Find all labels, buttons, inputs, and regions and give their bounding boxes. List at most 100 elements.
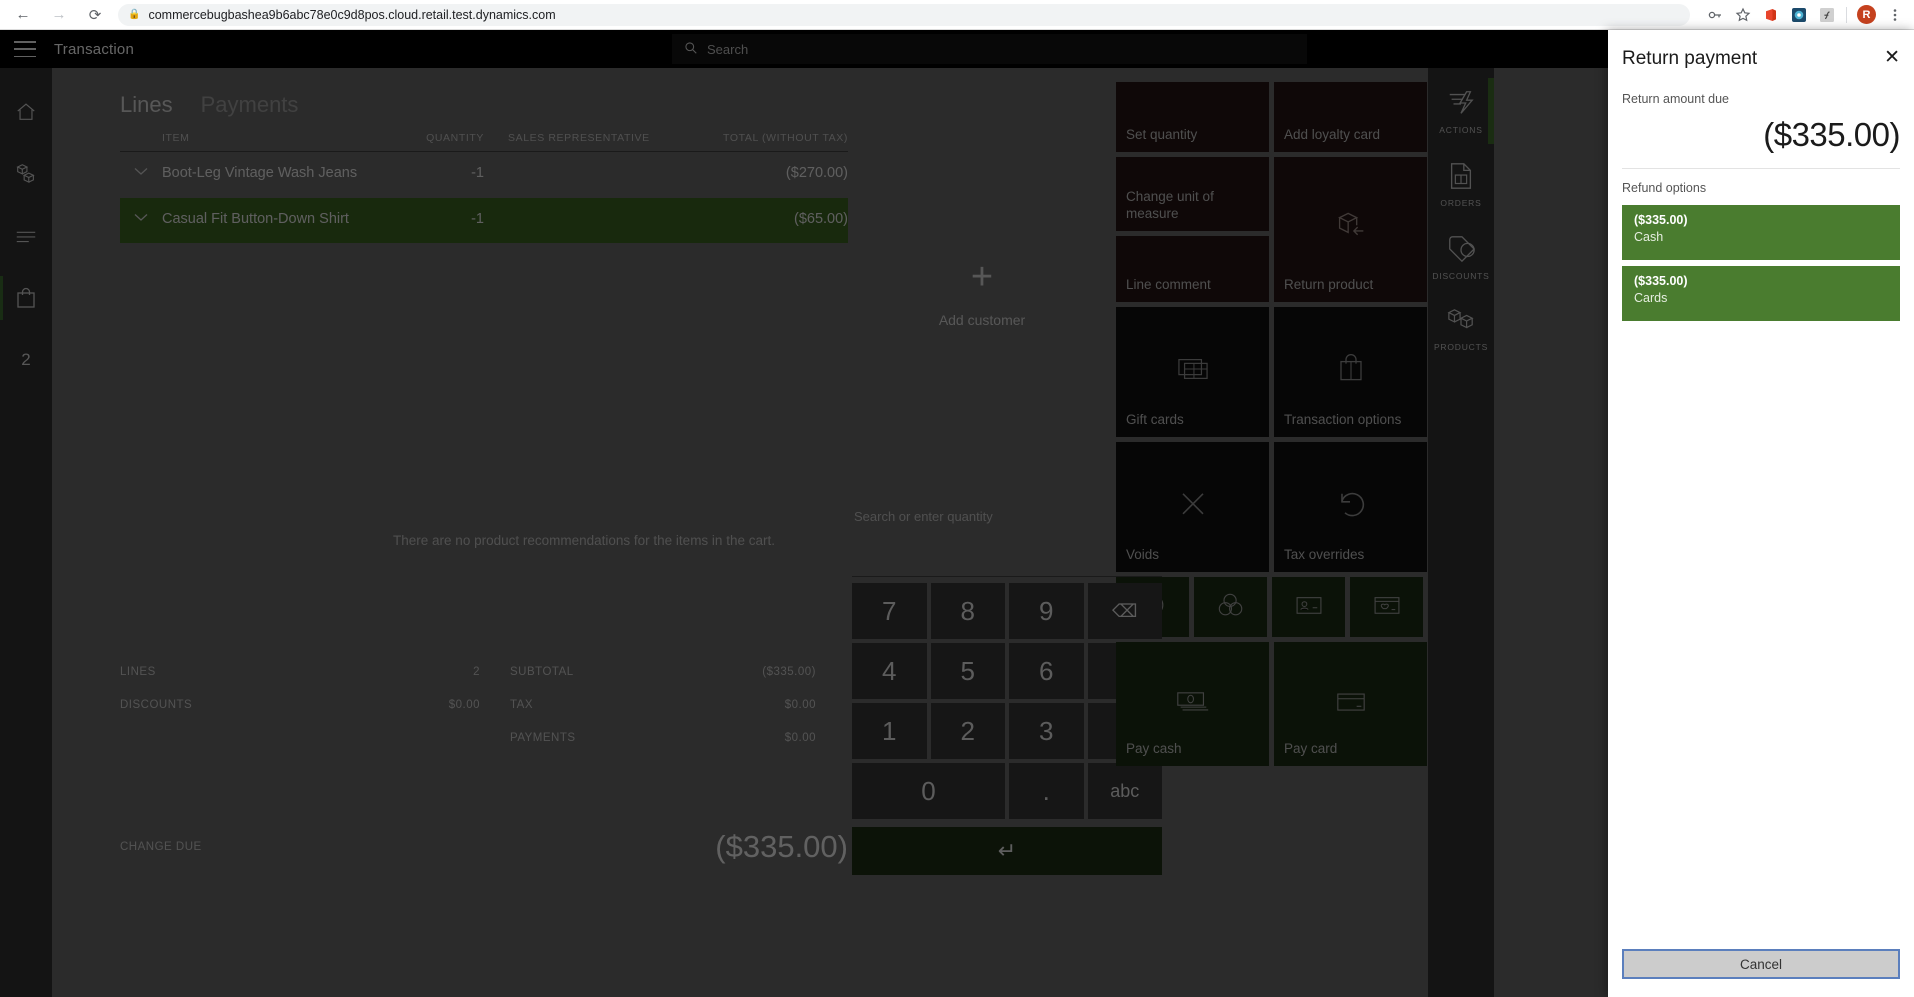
tile-set-quantity[interactable]: Set quantity	[1116, 82, 1269, 152]
tab-payments[interactable]: Payments	[201, 92, 299, 118]
totals-row-3: PAYMENTS $0.00	[120, 732, 848, 744]
key-0[interactable]: 0	[852, 763, 1005, 819]
more-vertical-icon[interactable]	[1886, 6, 1904, 24]
backspace-icon[interactable]: ⌫	[1087, 583, 1162, 639]
office-extension-icon[interactable]	[1762, 6, 1780, 24]
tile-transaction-options[interactable]: Transaction options	[1274, 307, 1427, 437]
key-3[interactable]: 3	[1009, 703, 1084, 759]
active-indicator	[1488, 78, 1494, 144]
tile-row: Change unit of measure Line comment Retu…	[1116, 157, 1428, 302]
chevron-down-icon[interactable]	[120, 210, 162, 222]
sidebar-item-products[interactable]	[0, 156, 52, 192]
tile-currency[interactable]	[1194, 577, 1267, 637]
payments-value: $0.00	[784, 732, 816, 744]
hamburger-menu-icon[interactable]	[14, 41, 36, 57]
key-5[interactable]: 5	[930, 643, 1005, 699]
tile-label: Tax overrides	[1284, 547, 1365, 563]
sidebar-item-products[interactable]: PRODUCTS	[1428, 307, 1494, 352]
tile-pay-cash[interactable]: Pay cash	[1116, 642, 1269, 766]
totals-summary: LINES 2 SUBTOTAL ($335.00) DISCOUNTS $0.…	[120, 666, 848, 765]
tile-change-unit-of-measure[interactable]: Change unit of measure	[1116, 157, 1269, 231]
tax-value: $0.00	[784, 699, 816, 711]
rail-label: DISCOUNTS	[1432, 271, 1490, 281]
payments-label: PAYMENTS	[510, 732, 576, 744]
table-row[interactable]: Casual Fit Button-Down Shirt -1 ($65.00)	[120, 197, 848, 244]
change-due-value: ($335.00)	[715, 829, 848, 864]
key-abc[interactable]: abc	[1087, 763, 1162, 819]
key-2[interactable]: 2	[930, 703, 1005, 759]
key-4[interactable]: 4	[852, 643, 927, 699]
key-1[interactable]: 1	[852, 703, 927, 759]
tile-add-loyalty-card[interactable]: Add loyalty card	[1274, 82, 1427, 152]
tile-label: Pay cash	[1126, 741, 1182, 757]
tile-row: Gift cards Transaction options	[1116, 307, 1428, 437]
plus-icon: +	[970, 256, 994, 298]
tile-line-comment[interactable]: Line comment	[1116, 236, 1269, 302]
add-customer-button[interactable]: + Add customer	[852, 258, 1112, 328]
close-icon[interactable]: ✕	[1884, 48, 1900, 67]
key-icon[interactable]	[1706, 6, 1724, 24]
sidebar-item-cart[interactable]	[0, 276, 52, 320]
key-7[interactable]: 7	[852, 583, 927, 639]
cancel-button[interactable]: Cancel	[1622, 949, 1900, 979]
script-extension-icon[interactable]	[1818, 6, 1836, 24]
divider	[852, 576, 1162, 577]
row-total: ($270.00)	[785, 165, 848, 181]
tile-gift-cards[interactable]: Gift cards	[1116, 307, 1269, 437]
sidebar-item-lines[interactable]	[0, 218, 52, 254]
subtotal-value: ($335.00)	[762, 666, 816, 678]
column-total: TOTAL (WITHOUT TAX)	[723, 132, 848, 144]
reload-icon[interactable]: ⟳	[82, 2, 108, 28]
tile-return-product[interactable]: Return product	[1274, 157, 1427, 302]
forward-arrow-icon[interactable]: →	[46, 2, 72, 28]
id-card-icon	[1294, 594, 1324, 621]
totals-row-1: LINES 2 SUBTOTAL ($335.00)	[120, 666, 848, 678]
browser-actions: R	[1700, 5, 1904, 24]
defender-extension-icon[interactable]	[1790, 6, 1808, 24]
return-payment-panel: Return payment ✕ Return amount due ($335…	[1608, 30, 1914, 997]
rail-label: ORDERS	[1440, 198, 1482, 208]
back-arrow-icon[interactable]: ←	[10, 2, 36, 28]
row-item-name: Casual Fit Button-Down Shirt	[162, 210, 349, 227]
chevron-down-icon[interactable]	[120, 164, 162, 176]
key-decimal[interactable]: .	[1009, 763, 1084, 819]
address-bar[interactable]: 🔒 commercebugbashea9b6abc78e0c9d8pos.clo…	[118, 3, 1690, 26]
subtotal-label: SUBTOTAL	[510, 666, 574, 678]
enter-key[interactable]: ↵	[852, 827, 1162, 875]
action-tiles-grid: Set quantity Add loyalty card Change uni…	[1116, 68, 1428, 997]
tile-label: Return product	[1284, 277, 1374, 293]
tax-label: TAX	[510, 699, 534, 711]
sidebar-item-actions[interactable]: ACTIONS	[1428, 88, 1494, 135]
refund-option-cards[interactable]: ($335.00) Cards	[1622, 266, 1900, 321]
avatar[interactable]: R	[1857, 5, 1876, 24]
table-row[interactable]: Boot-Leg Vintage Wash Jeans -1 ($270.00)	[120, 152, 848, 198]
search-input[interactable]: Search	[672, 34, 1308, 64]
tile-id-card[interactable]	[1272, 577, 1345, 637]
star-icon[interactable]	[1734, 6, 1752, 24]
sidebar-item-home[interactable]	[0, 94, 52, 130]
refund-option-amount: ($335.00)	[1634, 213, 1688, 227]
tile-row: Pay cash Pay card	[1116, 642, 1428, 766]
sidebar-item-orders[interactable]: ORDERS	[1428, 161, 1494, 208]
page-title: Transaction	[54, 40, 135, 58]
right-navigation-rail: ACTIONS ORDERS DISCOUNTS PRODUCTS	[1428, 68, 1494, 997]
sidebar-item-discounts[interactable]: DISCOUNTS	[1428, 234, 1494, 281]
tile-label: Set quantity	[1126, 127, 1198, 143]
change-due-label: CHANGE DUE	[120, 841, 202, 853]
tile-pay-card[interactable]: Pay card	[1274, 642, 1427, 766]
table-header: ITEM QUANTITY SALES REPRESENTATIVE TOTAL…	[120, 132, 848, 152]
key-6[interactable]: 6	[1009, 643, 1084, 699]
refund-option-cash[interactable]: ($335.00) Cash	[1622, 205, 1900, 260]
refund-options-label: Refund options	[1622, 181, 1707, 195]
tile-loyalty-card[interactable]	[1350, 577, 1423, 637]
key-9[interactable]: 9	[1009, 583, 1084, 639]
tile-voids[interactable]: Voids	[1116, 442, 1269, 572]
panel-title: Return payment	[1622, 48, 1758, 69]
tile-tax-overrides[interactable]: Tax overrides	[1274, 442, 1427, 572]
actions-lightning-icon	[1449, 91, 1474, 114]
home-icon	[17, 103, 35, 120]
undo-arrow-icon	[1274, 488, 1427, 520]
credit-card-icon	[1274, 690, 1427, 714]
tab-lines[interactable]: Lines	[120, 92, 173, 118]
key-8[interactable]: 8	[930, 583, 1005, 639]
